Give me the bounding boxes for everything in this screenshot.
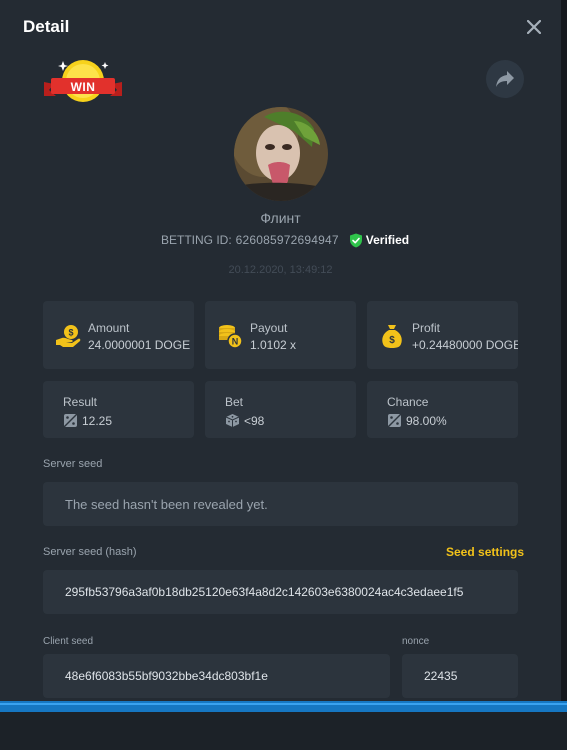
close-icon bbox=[527, 20, 541, 34]
amount-card: $ Amount 24.0000001 DOGE bbox=[43, 301, 194, 369]
money-bag-icon: $ bbox=[382, 325, 402, 348]
verified-label: Verified bbox=[365, 233, 410, 247]
win-badge: WIN bbox=[40, 56, 126, 108]
amount-label: Amount bbox=[88, 321, 130, 335]
verified-status: Verified bbox=[349, 233, 409, 248]
dice-icon bbox=[63, 413, 78, 428]
bet-card: Bet <98 bbox=[205, 381, 356, 438]
svg-text:$: $ bbox=[389, 335, 395, 346]
profit-label: Profit bbox=[412, 321, 441, 335]
seed-settings-link[interactable]: Seed settings bbox=[446, 545, 524, 559]
bet-label: Bet bbox=[225, 395, 244, 409]
chance-card: Chance 98.00% bbox=[367, 381, 518, 438]
money-hand-icon: $ bbox=[56, 325, 81, 347]
betting-id-row: BETTING ID: 626085972694947 Verified bbox=[161, 230, 409, 250]
page-background-bottom bbox=[0, 712, 567, 750]
result-label: Result bbox=[63, 395, 98, 409]
bet-timestamp: 20.12.2020, 13:49:12 bbox=[228, 264, 333, 276]
win-badge-text: WIN bbox=[70, 80, 96, 94]
username: Флинт bbox=[260, 210, 301, 226]
close-button[interactable] bbox=[523, 16, 545, 38]
profit-value: +0.24480000 DOGE bbox=[412, 338, 518, 352]
server-seed-label: Server seed bbox=[43, 458, 103, 470]
profit-card: $ Profit +0.24480000 DOGE bbox=[367, 301, 518, 369]
dice-cube-icon bbox=[225, 414, 240, 427]
client-seed-field[interactable]: 48e6f6083b55bf9032bbe34dc803bf1e bbox=[43, 654, 390, 698]
coin-stack-icon: N bbox=[219, 325, 243, 349]
betting-id-value: 626085972694947 bbox=[235, 233, 339, 247]
bottom-accent-bar bbox=[0, 701, 567, 712]
bet-detail-modal: Detail WIN Флинт BETTING ID: 62608597269… bbox=[0, 0, 567, 705]
user-avatar-image bbox=[234, 107, 328, 201]
nonce-field[interactable]: 22435 bbox=[402, 654, 518, 698]
payout-value: 1.0102 x bbox=[250, 338, 297, 352]
svg-text:N: N bbox=[232, 337, 239, 347]
modal-title: Detail bbox=[23, 17, 70, 36]
svg-text:$: $ bbox=[68, 328, 73, 338]
dice-icon bbox=[387, 413, 402, 428]
shield-check-icon bbox=[349, 233, 362, 247]
share-button[interactable] bbox=[486, 60, 524, 98]
result-value: 12.25 bbox=[82, 414, 113, 428]
amount-value: 24.0000001 DOGE bbox=[88, 338, 191, 352]
server-seed-field: The seed hasn't been revealed yet. bbox=[43, 482, 518, 526]
avatar bbox=[234, 107, 328, 201]
payout-label: Payout bbox=[250, 321, 288, 335]
chance-value: 98.00% bbox=[406, 414, 447, 428]
server-seed-hash-field[interactable]: 295fb53796a3af0b18db25120e63f4a8d2c14260… bbox=[43, 570, 518, 614]
betting-id-label: BETTING ID: bbox=[161, 233, 232, 247]
result-card: Result 12.25 bbox=[43, 381, 194, 438]
server-seed-hash-label: Server seed (hash) bbox=[43, 546, 137, 558]
share-arrow-icon bbox=[496, 71, 514, 87]
nonce-label: nonce bbox=[402, 636, 430, 647]
client-seed-label: Client seed bbox=[43, 636, 94, 647]
payout-card: N Payout 1.0102 x bbox=[205, 301, 356, 369]
bet-value: <98 bbox=[244, 414, 265, 428]
chance-label: Chance bbox=[387, 395, 429, 409]
